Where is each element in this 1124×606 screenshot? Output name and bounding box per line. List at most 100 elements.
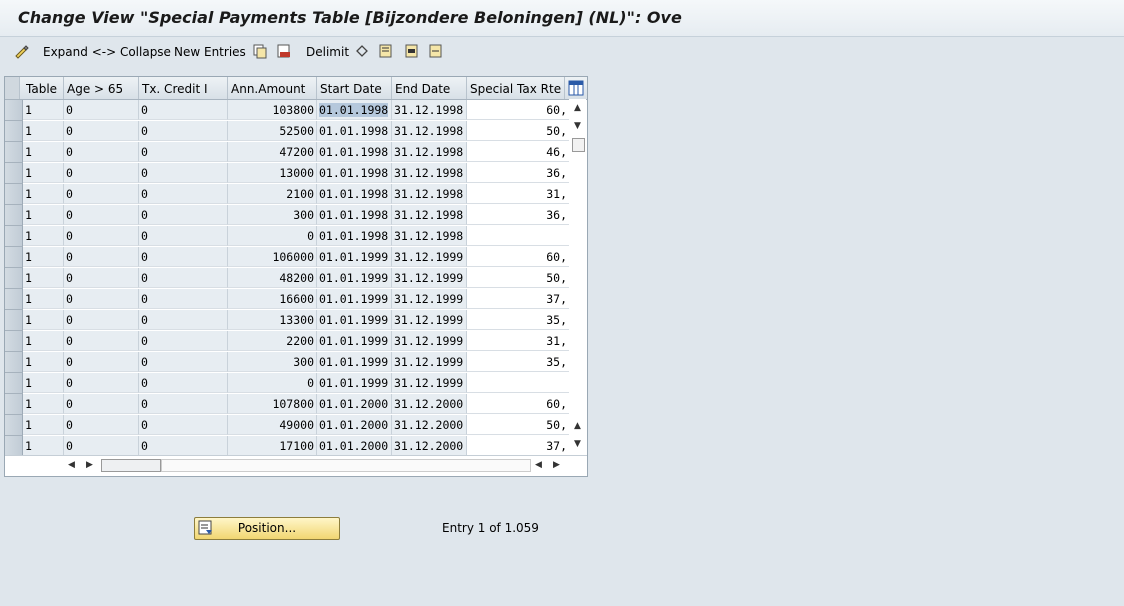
row-selector[interactable] xyxy=(5,289,23,310)
selected-text[interactable]: 01.01.1998 xyxy=(319,103,389,117)
position-icon xyxy=(198,520,212,535)
hscroll-thumb[interactable] xyxy=(101,459,161,472)
copy-icon[interactable] xyxy=(252,43,268,59)
cell-age-65: 0 xyxy=(64,163,139,183)
cell-end-date: 31.12.1998 xyxy=(392,163,467,183)
col-end-date[interactable]: End Date xyxy=(392,77,467,99)
cell-end-date: 31.12.1998 xyxy=(392,100,467,120)
cell-ann-amount: 107800 xyxy=(228,394,317,414)
new-entries-button[interactable]: New Entries xyxy=(174,45,246,59)
cell-special-tax-rate[interactable] xyxy=(467,226,569,246)
cell-tax-credit: 0 xyxy=(139,436,228,456)
cell-special-tax-rate[interactable]: 36, xyxy=(467,205,569,225)
row-selector[interactable] xyxy=(5,352,23,373)
cell-ann-amount: 2200 xyxy=(228,331,317,351)
cell-start-date: 01.01.1998 xyxy=(317,184,392,204)
cell-ann-amount: 17100 xyxy=(228,436,317,456)
select-all-icon[interactable] xyxy=(378,43,394,59)
scroll-down-icon[interactable]: ▼ xyxy=(574,121,581,131)
scroll-thumb[interactable] xyxy=(572,138,585,152)
cell-special-tax-rate[interactable]: 60, xyxy=(467,247,569,267)
title-bar: Change View "Special Payments Table [Bij… xyxy=(0,0,1124,37)
undo-icon[interactable] xyxy=(354,43,370,59)
cell-ann-amount: 48200 xyxy=(228,268,317,288)
delete-icon[interactable] xyxy=(276,43,292,59)
cell-special-tax-rate[interactable]: 35, xyxy=(467,310,569,330)
cell-table: 1 xyxy=(23,100,64,120)
cell-tax-credit: 0 xyxy=(139,121,228,141)
scroll-right-icon[interactable]: ▶ xyxy=(86,460,93,470)
col-tax-credit[interactable]: Tx. Credit I xyxy=(139,77,228,99)
scroll-left-icon[interactable]: ◀ xyxy=(68,460,75,470)
col-start-date[interactable]: Start Date xyxy=(317,77,392,99)
row-selector[interactable] xyxy=(5,373,23,394)
column-settings-icon[interactable] xyxy=(568,80,584,96)
row-selector[interactable] xyxy=(5,436,23,457)
cell-table: 1 xyxy=(23,415,64,435)
scroll-right-end-icon[interactable]: ▶ xyxy=(553,460,560,470)
col-special-tax-rate[interactable]: Special Tax Rte xyxy=(467,77,565,99)
cell-ann-amount: 49000 xyxy=(228,415,317,435)
cell-start-date: 01.01.2000 xyxy=(317,415,392,435)
cell-ann-amount: 300 xyxy=(228,205,317,225)
cell-tax-credit: 0 xyxy=(139,289,228,309)
deselect-all-icon[interactable] xyxy=(428,43,444,59)
cell-tax-credit: 0 xyxy=(139,142,228,162)
cell-special-tax-rate[interactable]: 37, xyxy=(467,436,569,456)
cell-special-tax-rate[interactable]: 35, xyxy=(467,352,569,372)
cell-special-tax-rate[interactable]: 46, xyxy=(467,142,569,162)
cell-end-date: 31.12.1998 xyxy=(392,205,467,225)
cell-table: 1 xyxy=(23,121,64,141)
select-all-cell[interactable] xyxy=(5,77,20,99)
row-selector[interactable] xyxy=(5,184,23,205)
cell-special-tax-rate[interactable]: 60, xyxy=(467,100,569,120)
cell-special-tax-rate[interactable]: 50, xyxy=(467,268,569,288)
scroll-down-bottom-icon[interactable]: ▼ xyxy=(574,439,581,449)
col-table[interactable]: Table xyxy=(23,77,64,99)
hscroll-track[interactable] xyxy=(161,459,531,472)
row-selector[interactable] xyxy=(5,268,23,289)
cell-end-date: 31.12.2000 xyxy=(392,394,467,414)
row-selector[interactable] xyxy=(5,415,23,436)
cell-special-tax-rate[interactable]: 36, xyxy=(467,163,569,183)
scroll-up-icon[interactable]: ▲ xyxy=(574,103,581,113)
scroll-up-bottom-icon[interactable]: ▲ xyxy=(574,421,581,431)
cell-tax-credit: 0 xyxy=(139,205,228,225)
col-age-65[interactable]: Age > 65 xyxy=(64,77,139,99)
row-selector[interactable] xyxy=(5,394,23,415)
cell-special-tax-rate[interactable]: 31, xyxy=(467,331,569,351)
cell-special-tax-rate[interactable]: 37, xyxy=(467,289,569,309)
cell-ann-amount: 52500 xyxy=(228,121,317,141)
row-selector[interactable] xyxy=(5,205,23,226)
expand-collapse-button[interactable]: Expand <-> Collapse xyxy=(43,45,171,59)
row-selector[interactable] xyxy=(5,247,23,268)
row-selector[interactable] xyxy=(5,163,23,184)
cell-special-tax-rate[interactable]: 50, xyxy=(467,415,569,435)
delimit-button[interactable]: Delimit xyxy=(306,45,349,59)
select-block-icon[interactable] xyxy=(404,43,420,59)
row-selector[interactable] xyxy=(5,100,23,121)
row-selector[interactable] xyxy=(5,310,23,331)
cell-start-date: 01.01.2000 xyxy=(317,436,392,456)
cell-special-tax-rate[interactable]: 50, xyxy=(467,121,569,141)
row-selector[interactable] xyxy=(5,331,23,352)
cell-special-tax-rate[interactable] xyxy=(467,373,569,393)
cell-special-tax-rate[interactable]: 31, xyxy=(467,184,569,204)
vertical-scrollbar[interactable]: ▲ ▼ ▲ ▼ xyxy=(569,99,586,455)
cell-ann-amount: 2100 xyxy=(228,184,317,204)
cell-start-date: 01.01.1998 xyxy=(317,142,392,162)
scroll-left-end-icon[interactable]: ◀ xyxy=(535,460,542,470)
row-selector[interactable] xyxy=(5,121,23,142)
row-selector[interactable] xyxy=(5,226,23,247)
cell-start-date: 01.01.1998 xyxy=(317,226,392,246)
display-change-icon[interactable] xyxy=(14,43,30,59)
position-button[interactable]: Position... xyxy=(194,517,340,540)
cell-table: 1 xyxy=(23,184,64,204)
row-selector[interactable] xyxy=(5,142,23,163)
data-table: Table Age > 65 Tx. Credit I Ann.Amount S… xyxy=(4,76,588,477)
col-ann-amount[interactable]: Ann.Amount xyxy=(228,77,317,99)
cell-special-tax-rate[interactable]: 60, xyxy=(467,394,569,414)
horizontal-scrollbar[interactable]: ◀ ▶ ◀ ▶ xyxy=(5,455,587,476)
cell-table: 1 xyxy=(23,394,64,414)
cell-table: 1 xyxy=(23,226,64,246)
